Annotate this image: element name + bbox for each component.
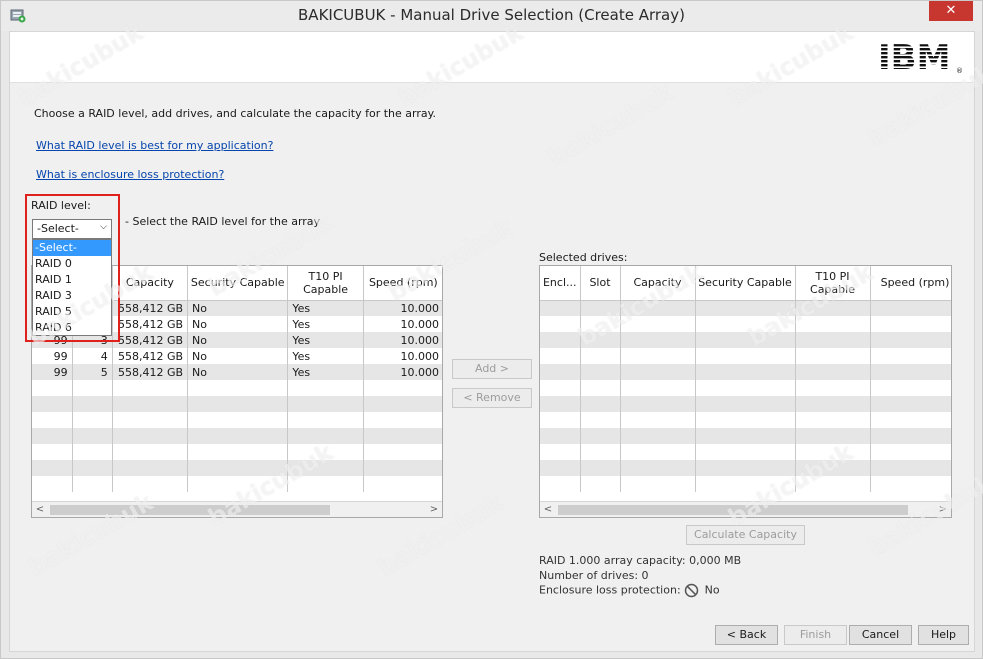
drive-count-text: Number of drives: 0 [539,569,649,582]
col-speed[interactable]: Speed (rpm) [363,266,442,301]
finish-button[interactable]: Finish [784,625,847,645]
empty-row [32,476,442,492]
cell-t10: Yes [287,300,364,316]
window-title: BAKICUBUK - Manual Drive Selection (Crea… [298,6,685,24]
raid-level-hint: - Select the RAID level for the array [125,215,321,228]
cell-capacity: 558,412 GB [112,316,189,332]
close-button[interactable]: ✕ [929,1,973,21]
empty-row [540,428,951,444]
col-capacity[interactable]: Capacity [620,266,696,301]
cell-slot: 5 [72,364,113,380]
calculate-capacity-button[interactable]: Calculate Capacity [686,525,805,545]
col-t10[interactable]: T10 PI Capable [287,266,364,301]
remove-button[interactable]: < Remove [452,388,532,408]
main-window: BAKICUBUK - Manual Drive Selection (Crea… [0,0,983,659]
cell-speed: 10.000 [363,332,442,348]
col-t10[interactable]: T10 PI Capable [795,266,871,301]
ibm-logo-text: IBM [878,40,950,76]
cell-capacity: 558,412 GB [112,348,189,364]
add-button[interactable]: Add > [452,359,532,379]
scroll-thumb[interactable] [50,505,330,515]
enclosure-protection: Enclosure loss protection: No [539,583,720,598]
cell-security: No [187,300,289,316]
cell-enclosure: 99 [32,348,73,364]
selected-hscrollbar[interactable]: < > [540,501,951,517]
scroll-right-icon[interactable]: > [426,502,442,517]
cell-security: No [187,364,289,380]
header-band: IBM ® [10,32,974,83]
back-button[interactable]: < Back [715,625,778,645]
scroll-left-icon[interactable]: < [540,502,556,517]
empty-row [32,412,442,428]
enclosure-protection-label: Enclosure loss protection: [539,583,681,597]
empty-row [540,364,951,380]
empty-row [540,316,951,332]
enclosure-protection-value: No [704,583,720,597]
cancel-button[interactable]: Cancel [849,625,912,645]
empty-row [540,332,951,348]
col-speed[interactable]: Speed (rpm) [870,266,951,301]
cell-t10: Yes [287,348,364,364]
prohibited-icon [684,583,699,598]
enclosure-help-link[interactable]: What is enclosure loss protection? [36,168,224,181]
cell-capacity: 558,412 GB [112,364,189,380]
available-hscrollbar[interactable]: < > [32,501,442,517]
table-row[interactable]: 99 5 558,412 GB No Yes 10.000 [32,364,442,380]
empty-row [32,460,442,476]
col-security[interactable]: Security Capable [187,266,289,301]
empty-row [540,380,951,396]
col-slot[interactable]: Slot [580,266,621,301]
selected-drives-grid: Encl... Slot Capacity Security Capable T… [539,265,952,518]
empty-row [32,396,442,412]
cell-capacity: 558,412 GB [112,332,189,348]
empty-row [540,396,951,412]
raid-help-link[interactable]: What RAID level is best for my applicati… [36,139,273,152]
help-button[interactable]: Help [918,625,969,645]
col-capacity[interactable]: Capacity [112,266,189,301]
selected-drives-label: Selected drives: [539,251,628,264]
cell-security: No [187,348,289,364]
scroll-thumb[interactable] [558,505,908,515]
registered-mark: ® [956,67,963,75]
empty-row [540,300,951,316]
cell-security: No [187,316,289,332]
cell-capacity: 558,412 GB [112,300,189,316]
array-capacity-text: RAID 1.000 array capacity: 0,000 MB [539,554,742,567]
scroll-left-icon[interactable]: < [32,502,48,517]
cell-speed: 10.000 [363,300,442,316]
empty-row [540,460,951,476]
col-enclosure[interactable]: Encl... [540,266,581,301]
cell-enclosure: 99 [32,364,73,380]
empty-row [32,428,442,444]
col-security[interactable]: Security Capable [695,266,796,301]
cell-speed: 10.000 [363,348,442,364]
cell-speed: 10.000 [363,364,442,380]
empty-row [540,444,951,460]
cell-security: No [187,332,289,348]
empty-row [540,412,951,428]
title-bar[interactable]: BAKICUBUK - Manual Drive Selection (Crea… [1,1,982,31]
cell-slot: 4 [72,348,113,364]
cell-t10: Yes [287,316,364,332]
dialog-body: IBM ® Choose a RAID level, add drives, a… [9,31,975,652]
empty-row [540,476,951,492]
scroll-right-icon[interactable]: > [935,502,951,517]
empty-row [540,348,951,364]
empty-row [32,380,442,396]
highlight-annotation [25,194,120,342]
table-row[interactable]: 99 4 558,412 GB No Yes 10.000 [32,348,442,364]
cell-t10: Yes [287,332,364,348]
cell-t10: Yes [287,364,364,380]
ibm-logo: IBM ® [878,40,963,76]
intro-text: Choose a RAID level, add drives, and cal… [34,107,437,120]
empty-row [32,444,442,460]
cell-speed: 10.000 [363,316,442,332]
